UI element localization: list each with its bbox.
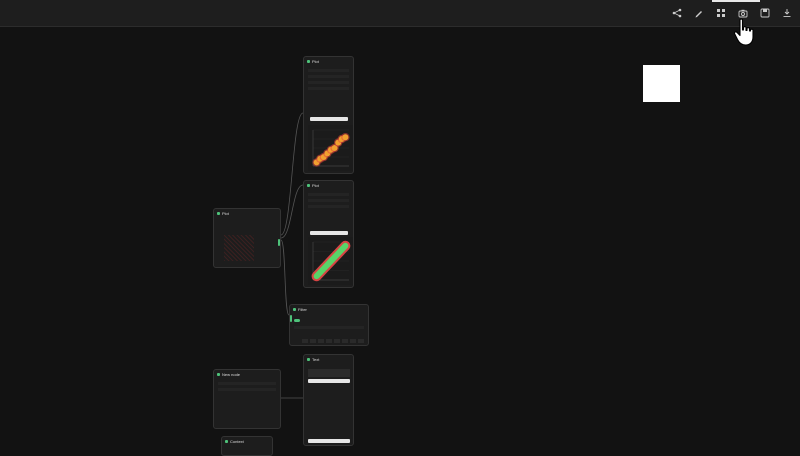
node-title: Plot xyxy=(222,211,229,216)
node-title: Plot xyxy=(312,183,319,188)
node-field[interactable] xyxy=(308,205,349,208)
node-header[interactable]: Plot xyxy=(304,57,353,66)
edit-icon xyxy=(695,11,702,18)
node-field[interactable] xyxy=(308,193,349,196)
download-button[interactable] xyxy=(780,6,794,20)
node-title: Text xyxy=(312,357,320,362)
context-node[interactable]: Context xyxy=(221,436,273,456)
plot-node-middle[interactable]: Plot xyxy=(303,180,354,288)
text-icon xyxy=(307,358,310,361)
node-field[interactable] xyxy=(308,199,349,202)
image-preview xyxy=(643,65,680,102)
filter-node[interactable]: Filter xyxy=(289,304,369,346)
save-button[interactable] xyxy=(758,6,772,20)
scatter-chart xyxy=(308,125,353,171)
create-plot-button[interactable] xyxy=(310,231,348,235)
scatter-point xyxy=(342,134,349,141)
node-canvas[interactable] xyxy=(0,27,800,450)
top-toolbar xyxy=(0,0,800,27)
edit-button[interactable] xyxy=(692,6,706,20)
node-icon xyxy=(217,373,220,376)
node-title: Plot xyxy=(312,59,319,64)
load-more-button[interactable] xyxy=(308,439,350,443)
plot-node-top[interactable]: Plot xyxy=(303,56,354,174)
node-header[interactable]: Text xyxy=(304,355,353,364)
node-field[interactable] xyxy=(308,69,349,72)
share-button[interactable] xyxy=(670,6,684,20)
preview-thumbnail xyxy=(224,235,254,261)
node-header[interactable]: Filter xyxy=(290,305,368,314)
output-port[interactable] xyxy=(278,239,280,246)
download-icon xyxy=(783,9,791,17)
share-icon xyxy=(672,8,682,18)
node-icon xyxy=(225,440,228,443)
node-field[interactable] xyxy=(308,81,349,84)
plot-icon xyxy=(307,184,310,187)
filter-options[interactable] xyxy=(302,339,364,343)
area-chart xyxy=(308,237,353,285)
node-title: Context xyxy=(230,439,244,444)
filter-field[interactable] xyxy=(294,326,364,329)
node-header[interactable]: Context xyxy=(222,437,272,446)
node-field[interactable] xyxy=(308,87,349,90)
node-header[interactable]: Plot xyxy=(214,209,280,218)
filter-toggle[interactable] xyxy=(294,319,300,322)
filter-icon xyxy=(293,308,296,311)
grid-button[interactable] xyxy=(714,6,728,20)
node-header[interactable]: New node xyxy=(214,370,280,379)
plot-input-node[interactable]: Plot xyxy=(213,208,281,268)
node-title: New node xyxy=(222,372,241,377)
camera-icon xyxy=(738,9,748,18)
hand-cursor-icon xyxy=(733,18,754,46)
plot-icon xyxy=(307,60,310,63)
node-field[interactable] xyxy=(218,388,276,391)
grid-icon xyxy=(717,9,725,17)
create-plot-button[interactable] xyxy=(310,117,348,121)
node-header[interactable]: Plot xyxy=(304,181,353,190)
input-port[interactable] xyxy=(290,315,292,322)
text-output xyxy=(308,369,350,377)
plot-icon xyxy=(217,212,220,215)
node-field[interactable] xyxy=(218,382,276,385)
save-icon xyxy=(760,8,770,18)
new-node[interactable]: New node xyxy=(213,369,281,429)
text-node[interactable]: Text xyxy=(303,354,354,446)
active-tab-indicator xyxy=(712,0,760,2)
node-title: Filter xyxy=(298,307,307,312)
node-field[interactable] xyxy=(308,75,349,78)
generate-button[interactable] xyxy=(308,379,350,383)
